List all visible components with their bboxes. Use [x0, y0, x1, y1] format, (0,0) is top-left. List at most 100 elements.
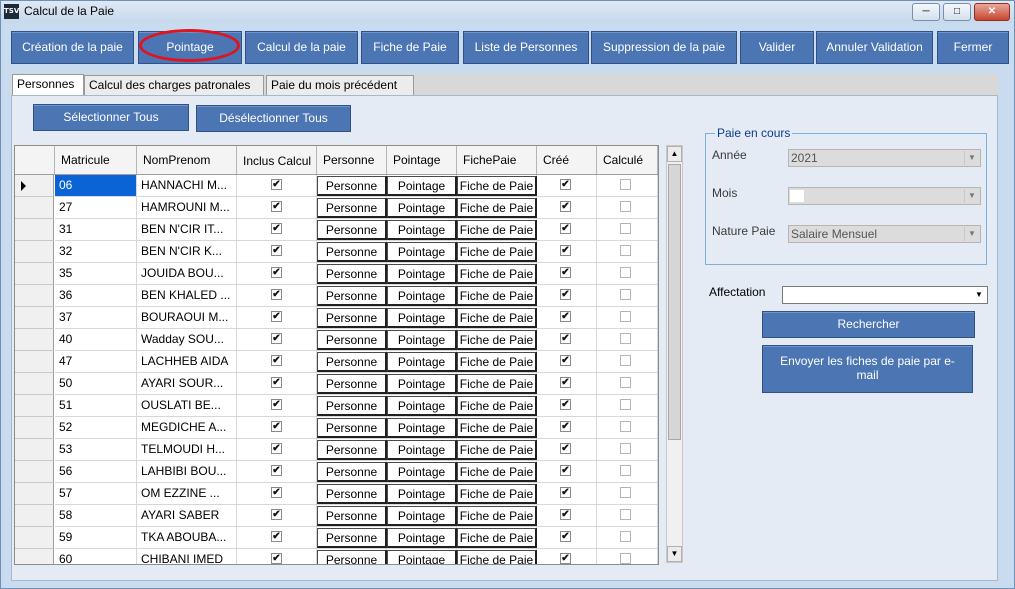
- matricule-cell[interactable]: 52: [55, 417, 137, 439]
- nomprenom-cell[interactable]: TELMOUDI H...: [137, 439, 237, 461]
- nomprenom-cell[interactable]: CHIBANI IMED: [137, 549, 237, 564]
- cree-checkbox[interactable]: ✔: [560, 179, 571, 190]
- calcule-checkbox[interactable]: [620, 179, 631, 190]
- table-row[interactable]: 36 BEN KHALED ... ✔ ✔ Personne Pointage Fiche …: [15, 285, 658, 307]
- scroll-thumb[interactable]: [668, 164, 681, 440]
- row-header[interactable]: [15, 439, 54, 461]
- cree-checkbox[interactable]: ✔: [560, 245, 571, 256]
- maximize-button[interactable]: □: [943, 3, 971, 21]
- personne-row-button[interactable]: Personne: [317, 242, 387, 262]
- nomprenom-cell[interactable]: JOUIDA BOU...: [137, 263, 237, 285]
- personne-row-button[interactable]: Personne: [317, 506, 387, 526]
- matricule-cell[interactable]: 35: [55, 263, 137, 285]
- inclus-calcul-checkbox[interactable]: ✔: [271, 289, 282, 300]
- fiche-paie-row-button[interactable]: Fiche de Paie: [457, 528, 537, 548]
- column-header-matricule[interactable]: Matricule: [55, 146, 137, 174]
- personne-row-button[interactable]: Personne: [317, 440, 387, 460]
- nomprenom-cell[interactable]: BEN N'CIR K...: [137, 241, 237, 263]
- fiche-paie-row-button[interactable]: Fiche de Paie: [457, 418, 537, 438]
- table-row[interactable]: 27 HAMROUNI M... ✔ ✔ Personne Pointage Fiche d…: [15, 197, 658, 219]
- table-row[interactable]: 35 JOUIDA BOU... ✔ ✔ Personne Pointage Fiche d…: [15, 263, 658, 285]
- cree-checkbox[interactable]: ✔: [560, 421, 571, 432]
- calcule-checkbox[interactable]: [620, 443, 631, 454]
- calcule-checkbox[interactable]: [620, 289, 631, 300]
- table-row[interactable]: 51 OUSLATI BE... ✔ ✔ Personne Pointage Fiche d…: [15, 395, 658, 417]
- nomprenom-cell[interactable]: OM EZZINE ...: [137, 483, 237, 505]
- personne-row-button[interactable]: Personne: [317, 352, 387, 372]
- cree-checkbox[interactable]: ✔: [560, 333, 571, 344]
- pointage-row-button[interactable]: Pointage: [387, 176, 457, 196]
- table-row[interactable]: 50 AYARI SOUR... ✔ ✔ Personne Pointage Fiche d…: [15, 373, 658, 395]
- cree-checkbox[interactable]: ✔: [560, 289, 571, 300]
- calcule-checkbox[interactable]: [620, 377, 631, 388]
- calcule-checkbox[interactable]: [620, 487, 631, 498]
- pointage-row-button[interactable]: Pointage: [387, 418, 457, 438]
- cree-checkbox[interactable]: ✔: [560, 465, 571, 476]
- cree-checkbox[interactable]: ✔: [560, 399, 571, 410]
- pointage-row-button[interactable]: Pointage: [387, 374, 457, 394]
- tab-paie-mois-precedent[interactable]: Paie du mois précédent: [266, 75, 414, 95]
- cree-checkbox[interactable]: ✔: [560, 487, 571, 498]
- row-header[interactable]: [15, 461, 54, 483]
- personne-row-button[interactable]: Personne: [317, 528, 387, 548]
- row-header[interactable]: [15, 505, 54, 527]
- personne-row-button[interactable]: Personne: [317, 220, 387, 240]
- fiche-paie-row-button[interactable]: Fiche de Paie: [457, 506, 537, 526]
- table-row[interactable]: 60 CHIBANI IMED ✔ ✔ Personne Pointage Fiche de…: [15, 549, 658, 564]
- calcule-checkbox[interactable]: [620, 355, 631, 366]
- row-header[interactable]: [15, 197, 54, 219]
- row-header[interactable]: [15, 329, 54, 351]
- table-row[interactable]: 59 TKA ABOUBA... ✔ ✔ Personne Pointage Fiche d…: [15, 527, 658, 549]
- nomprenom-cell[interactable]: HANNACHI M...: [137, 175, 237, 197]
- pointage-row-button[interactable]: Pointage: [387, 220, 457, 240]
- row-header[interactable]: [15, 483, 54, 505]
- tab-charges-patronales[interactable]: Calcul des charges patronales: [84, 75, 264, 95]
- matricule-cell[interactable]: 37: [55, 307, 137, 329]
- cree-checkbox[interactable]: ✔: [560, 509, 571, 520]
- fiche-paie-row-button[interactable]: Fiche de Paie: [457, 374, 537, 394]
- personne-row-button[interactable]: Personne: [317, 484, 387, 504]
- matricule-cell[interactable]: 40: [55, 329, 137, 351]
- fiche-paie-row-button[interactable]: Fiche de Paie: [457, 440, 537, 460]
- pointage-row-button[interactable]: Pointage: [387, 286, 457, 306]
- fiche-paie-row-button[interactable]: Fiche de Paie: [457, 286, 537, 306]
- column-header-pointage[interactable]: Pointage: [387, 146, 457, 174]
- cree-checkbox[interactable]: ✔: [560, 531, 571, 542]
- nature-paie-select[interactable]: Salaire Mensuel ▼: [788, 225, 981, 243]
- minimize-button[interactable]: ─: [912, 3, 940, 21]
- liste-personnes-button[interactable]: Liste de Personnes: [463, 31, 589, 64]
- fiche-paie-row-button[interactable]: Fiche de Paie: [457, 550, 537, 564]
- calcule-checkbox[interactable]: [620, 267, 631, 278]
- matricule-cell[interactable]: 56: [55, 461, 137, 483]
- envoyer-fiches-email-button[interactable]: Envoyer les fiches de paie par e-mail: [762, 345, 973, 393]
- personne-row-button[interactable]: Personne: [317, 374, 387, 394]
- creation-paie-button[interactable]: Création de la paie: [11, 31, 134, 64]
- pointage-row-button[interactable]: Pointage: [387, 440, 457, 460]
- nomprenom-cell[interactable]: LACHHEB AIDA: [137, 351, 237, 373]
- matricule-cell[interactable]: 47: [55, 351, 137, 373]
- calcule-checkbox[interactable]: [620, 509, 631, 520]
- row-header[interactable]: [15, 307, 54, 329]
- pointage-row-button[interactable]: Pointage: [387, 396, 457, 416]
- cree-checkbox[interactable]: ✔: [560, 443, 571, 454]
- calcule-checkbox[interactable]: [620, 553, 631, 564]
- personne-row-button[interactable]: Personne: [317, 462, 387, 482]
- column-header-personne[interactable]: Personne: [317, 146, 387, 174]
- fiche-paie-row-button[interactable]: Fiche de Paie: [457, 220, 537, 240]
- calcule-checkbox[interactable]: [620, 311, 631, 322]
- pointage-row-button[interactable]: Pointage: [387, 506, 457, 526]
- table-row[interactable]: 31 BEN N'CIR IT... ✔ ✔ Personne Pointage Fiche…: [15, 219, 658, 241]
- rechercher-button[interactable]: Rechercher: [762, 311, 975, 338]
- pointage-row-button[interactable]: Pointage: [387, 550, 457, 564]
- fiche-paie-row-button[interactable]: Fiche de Paie: [457, 396, 537, 416]
- inclus-calcul-checkbox[interactable]: ✔: [271, 201, 282, 212]
- inclus-calcul-checkbox[interactable]: ✔: [271, 179, 282, 190]
- inclus-calcul-checkbox[interactable]: ✔: [271, 443, 282, 454]
- cree-checkbox[interactable]: ✔: [560, 553, 571, 564]
- row-header[interactable]: [15, 263, 54, 285]
- calcule-checkbox[interactable]: [620, 531, 631, 542]
- nomprenom-cell[interactable]: BEN N'CIR IT...: [137, 219, 237, 241]
- matricule-cell[interactable]: 60: [55, 549, 137, 564]
- calcule-checkbox[interactable]: [620, 421, 631, 432]
- matricule-cell[interactable]: 57: [55, 483, 137, 505]
